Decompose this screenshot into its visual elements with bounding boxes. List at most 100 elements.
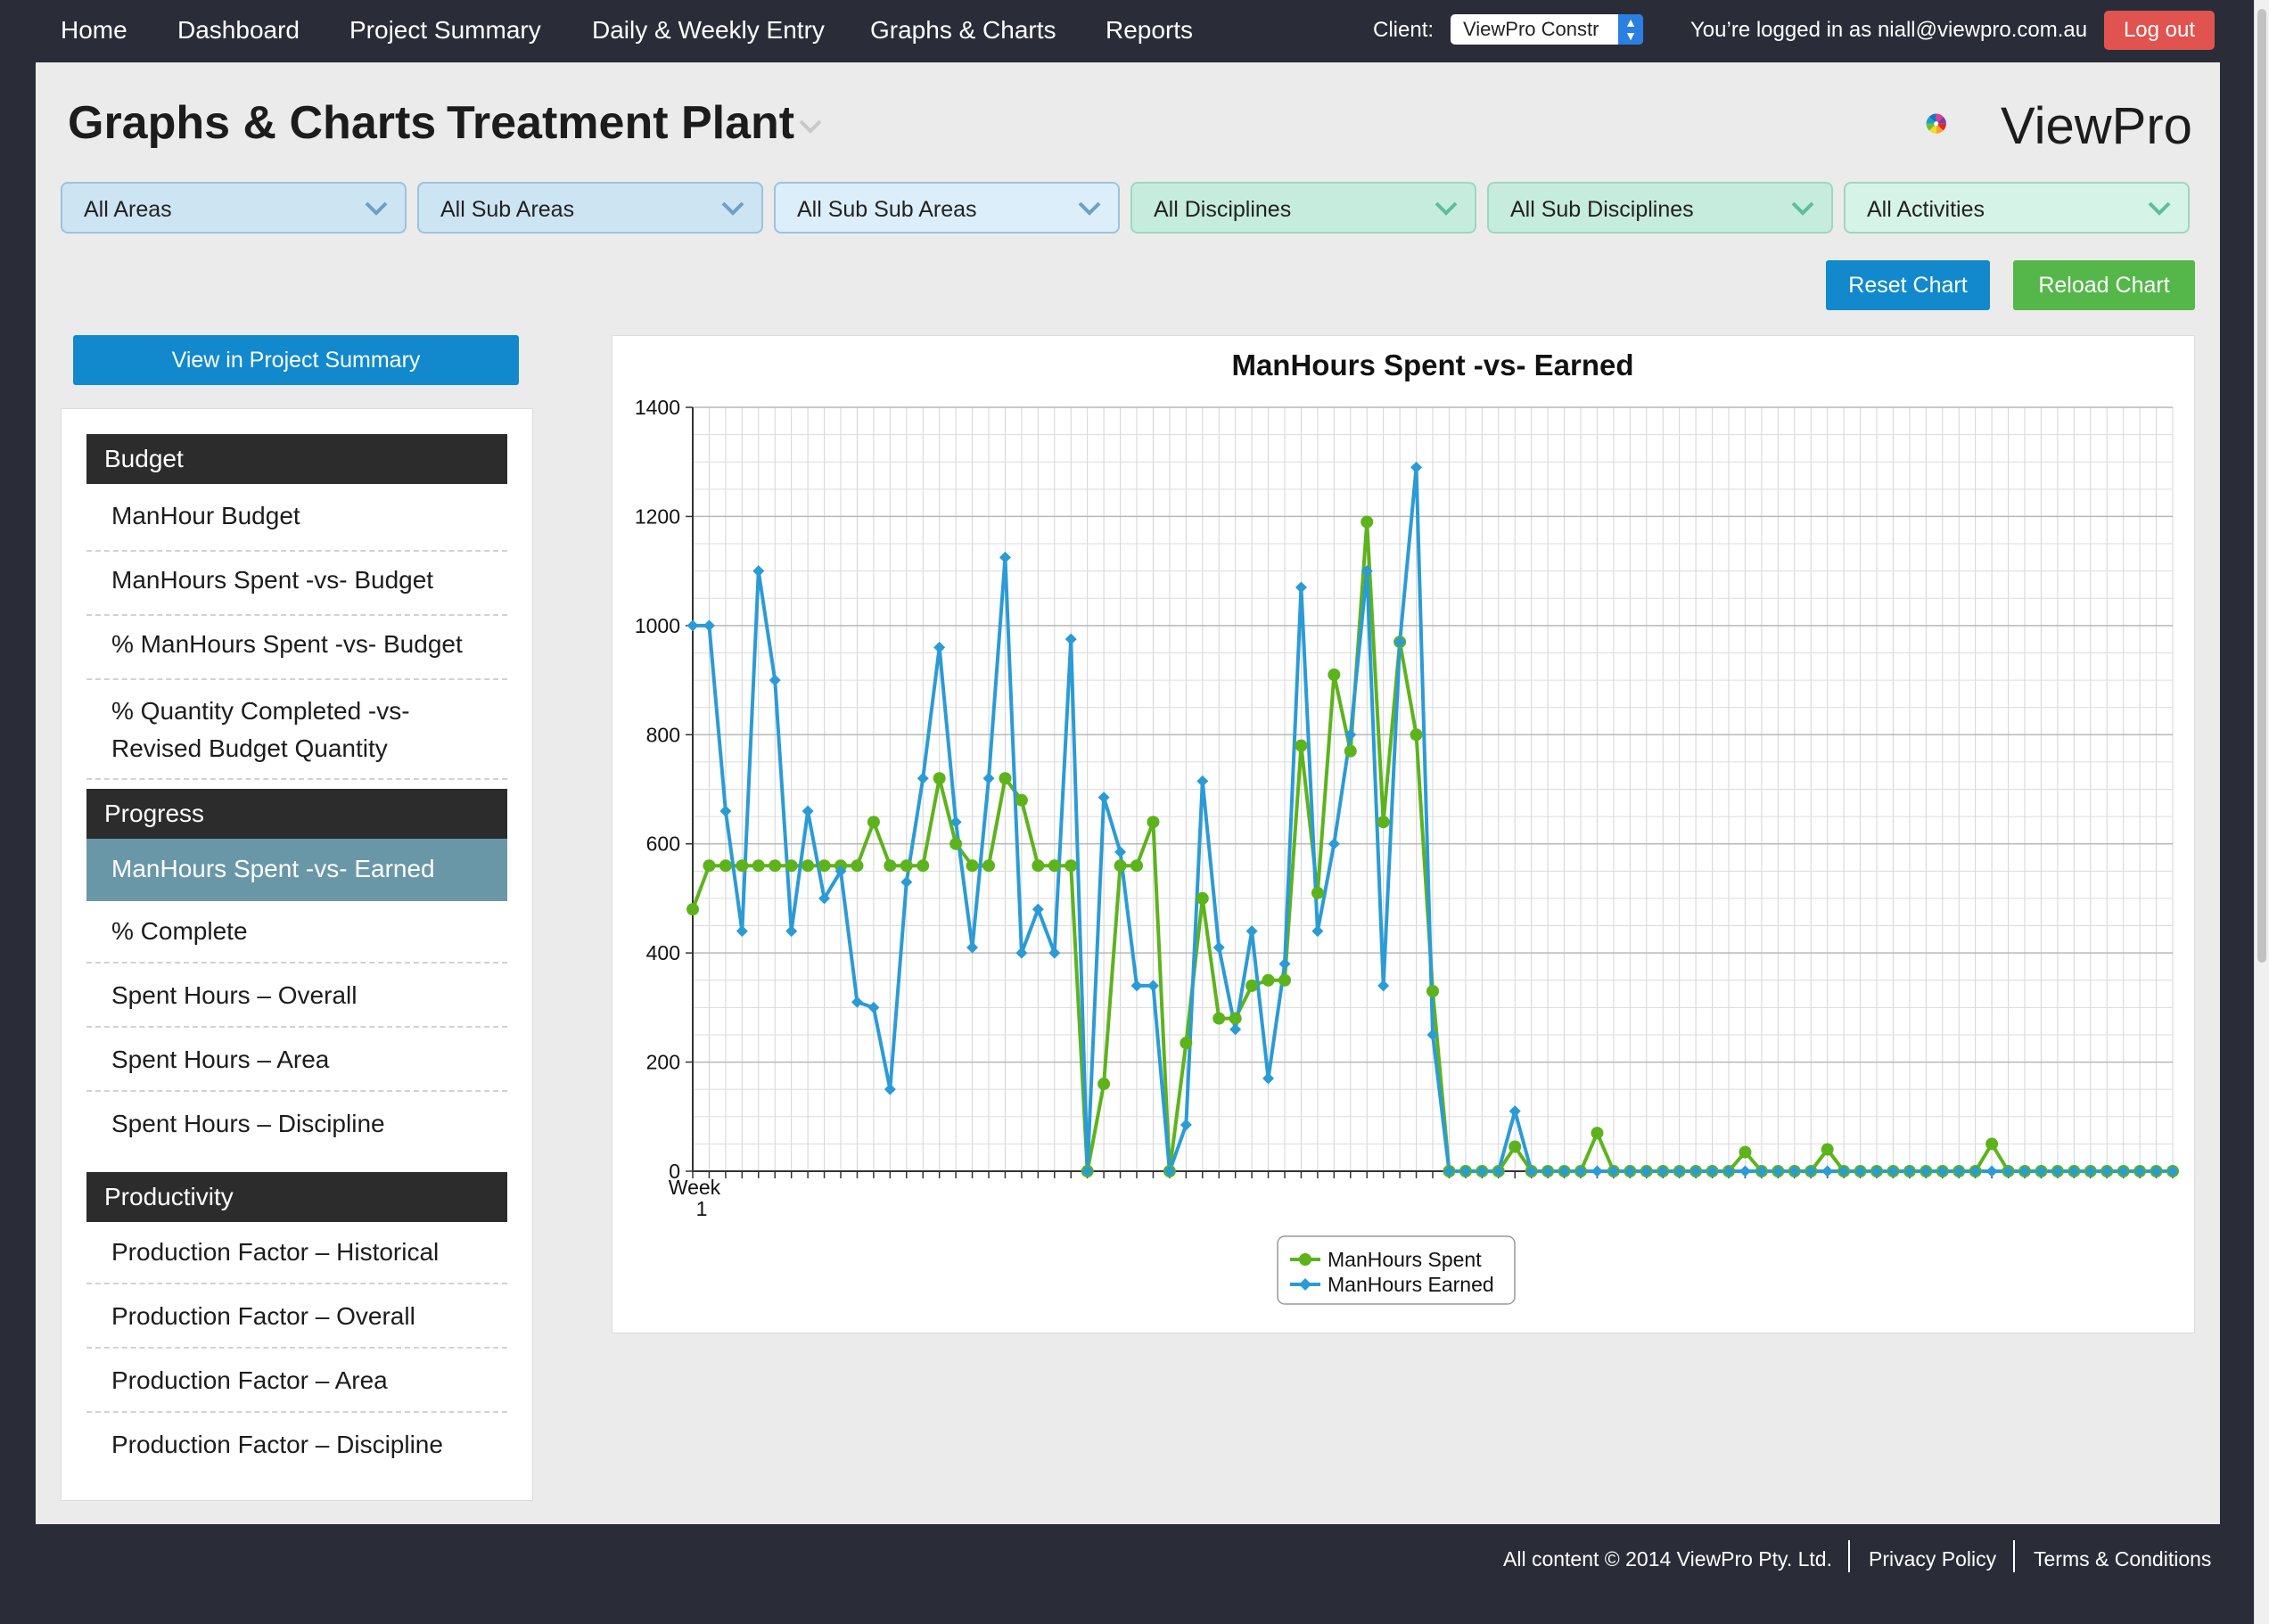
logout-button[interactable]: Log out xyxy=(2104,11,2215,50)
filter-activities[interactable]: All Activities xyxy=(1844,182,2190,234)
data-point-earned xyxy=(769,674,781,686)
filter-areas[interactable]: All Areas xyxy=(61,182,407,234)
chevron-down-icon xyxy=(2148,201,2171,216)
data-point-spent xyxy=(884,859,897,873)
filter-sub-sub-areas-label: All Sub Sub Areas xyxy=(797,197,977,222)
menu-item-spent-hours-overall[interactable]: Spent Hours – Overall xyxy=(86,965,507,1028)
nav-dashboard[interactable]: Dashboard xyxy=(177,16,300,45)
filter-sub-sub-areas[interactable]: All Sub Sub Areas xyxy=(774,182,1120,234)
data-point-spent xyxy=(1821,1143,1834,1156)
reload-chart-button[interactable]: Reload Chart xyxy=(2013,260,2195,310)
footer-terms-link[interactable]: Terms & Conditions xyxy=(2034,1547,2211,1571)
nav-daily-weekly-entry[interactable]: Daily & Weekly Entry xyxy=(592,16,825,45)
data-point-earned xyxy=(1295,581,1307,594)
nav-project-summary[interactable]: Project Summary xyxy=(349,16,541,45)
chevron-down-icon xyxy=(721,201,744,216)
y-tick-label: 800 xyxy=(646,723,680,746)
data-point-spent xyxy=(1229,1012,1242,1025)
filter-disciplines[interactable]: All Disciplines xyxy=(1130,182,1476,234)
menu-item-manhour-budget[interactable]: ManHour Budget xyxy=(86,489,507,552)
logged-in-text: You’re logged in as niall@viewpro.com.au xyxy=(1690,18,2088,42)
reset-chart-button[interactable]: Reset Chart xyxy=(1826,260,1990,310)
data-point-spent xyxy=(1509,1140,1522,1153)
data-point-earned xyxy=(703,619,715,632)
data-point-earned xyxy=(1180,1119,1192,1131)
data-point-earned xyxy=(1262,1072,1275,1085)
data-point-spent xyxy=(917,859,930,873)
filter-sub-areas-label: All Sub Areas xyxy=(440,197,575,222)
menu-item-spent-hours-area[interactable]: Spent Hours – Area xyxy=(86,1029,507,1092)
data-point-earned xyxy=(785,925,798,938)
x-tick-label: 1 xyxy=(696,1197,708,1220)
data-point-earned xyxy=(1311,925,1324,938)
data-point-spent xyxy=(900,859,913,873)
footer-privacy-link[interactable]: Privacy Policy xyxy=(1869,1547,1996,1571)
data-point-earned xyxy=(1048,947,1061,959)
data-point-earned xyxy=(1377,980,1390,992)
footer-divider xyxy=(2013,1540,2015,1572)
legend-marker xyxy=(1299,1253,1311,1266)
filter-sub-disciplines[interactable]: All Sub Disciplines xyxy=(1487,182,1833,234)
menu-item-production-factor-overall[interactable]: Production Factor – Overall xyxy=(86,1286,507,1349)
y-tick-label: 200 xyxy=(646,1051,680,1074)
data-point-earned xyxy=(1098,791,1110,804)
menu-item-production-factor-area[interactable]: Production Factor – Area xyxy=(86,1350,507,1413)
filter-sub-areas[interactable]: All Sub Areas xyxy=(417,182,763,234)
menu-item-pct-manhours-spent-vs-budget[interactable]: % ManHours Spent -vs- Budget xyxy=(86,618,507,680)
data-point-spent xyxy=(1985,1137,1999,1151)
data-point-spent xyxy=(686,903,699,916)
data-point-spent xyxy=(802,859,815,873)
view-in-project-summary-button[interactable]: View in Project Summary xyxy=(73,335,519,385)
legend-label: ManHours Earned xyxy=(1328,1273,1494,1296)
data-point-spent xyxy=(736,859,749,873)
menu-item-manhours-spent-vs-budget[interactable]: ManHours Spent -vs- Budget xyxy=(86,554,507,616)
menu-item-production-factor-discipline[interactable]: Production Factor – Discipline xyxy=(86,1415,507,1477)
data-point-earned xyxy=(1130,980,1143,992)
data-point-spent xyxy=(1262,973,1275,987)
chart-menu-sidebar: Budget ManHour Budget ManHours Spent -vs… xyxy=(61,408,533,1501)
data-point-earned xyxy=(1032,903,1044,915)
data-point-spent xyxy=(1245,979,1259,992)
data-point-earned xyxy=(1065,633,1077,645)
top-nav: Home Dashboard Project Summary Daily & W… xyxy=(0,0,2269,62)
data-point-spent xyxy=(1015,793,1028,807)
nav-graphs-charts[interactable]: Graphs & Charts xyxy=(870,16,1056,45)
data-point-earned xyxy=(1985,1165,1998,1177)
project-title[interactable]: Treatment Plant xyxy=(447,96,794,150)
menu-item-manhours-spent-vs-earned[interactable]: ManHours Spent -vs- Earned xyxy=(86,839,507,901)
data-point-spent xyxy=(785,859,798,873)
data-point-earned xyxy=(966,941,979,954)
page-title: Graphs & Charts xyxy=(68,97,437,149)
data-point-spent xyxy=(1032,859,1045,873)
data-point-earned xyxy=(1739,1165,1751,1177)
data-point-spent xyxy=(999,772,1012,785)
main-panel: Graphs & Charts Treatment Plant ViewPro … xyxy=(36,62,2220,1524)
x-tick-label: Week xyxy=(669,1176,721,1199)
menu-item-pct-complete[interactable]: % Complete xyxy=(86,901,507,964)
data-point-spent xyxy=(1591,1127,1604,1140)
y-tick-label: 400 xyxy=(646,941,680,964)
data-point-earned xyxy=(1591,1165,1603,1177)
chart-panel: ManHours Spent -vs- Earned 0 200 400 600 800 1… xyxy=(612,335,2195,1333)
menu-item-spent-hours-discipline[interactable]: Spent Hours – Discipline xyxy=(86,1094,507,1156)
data-point-spent xyxy=(1328,668,1341,681)
chevron-down-icon[interactable] xyxy=(795,112,826,139)
client-select[interactable]: ViewPro Constr ▲ ▼ xyxy=(1451,14,1643,45)
data-point-earned xyxy=(1410,461,1423,473)
menu-item-production-factor-historical[interactable]: Production Factor – Historical xyxy=(86,1222,507,1284)
data-point-earned xyxy=(1114,846,1127,858)
client-label: Client: xyxy=(1373,18,1435,42)
scrollbar-thumb[interactable] xyxy=(2257,9,2266,963)
line-chart: ManHours Spent -vs- Earned02004006008001… xyxy=(635,349,2179,1305)
data-point-spent xyxy=(1377,816,1390,829)
data-point-earned xyxy=(752,565,765,578)
filter-disciplines-label: All Disciplines xyxy=(1154,197,1292,222)
data-point-spent xyxy=(1114,859,1127,873)
nav-home[interactable]: Home xyxy=(61,16,127,45)
nav-reports[interactable]: Reports xyxy=(1106,16,1193,45)
section-heading-progress: Progress xyxy=(86,789,507,839)
data-point-earned xyxy=(1015,947,1028,959)
chart-title: ManHours Spent -vs- Earned xyxy=(1231,349,1633,381)
menu-item-pct-quantity-completed[interactable]: % Quantity Completed -vs- Revised Budget… xyxy=(86,682,507,780)
data-point-earned xyxy=(1229,1023,1242,1036)
